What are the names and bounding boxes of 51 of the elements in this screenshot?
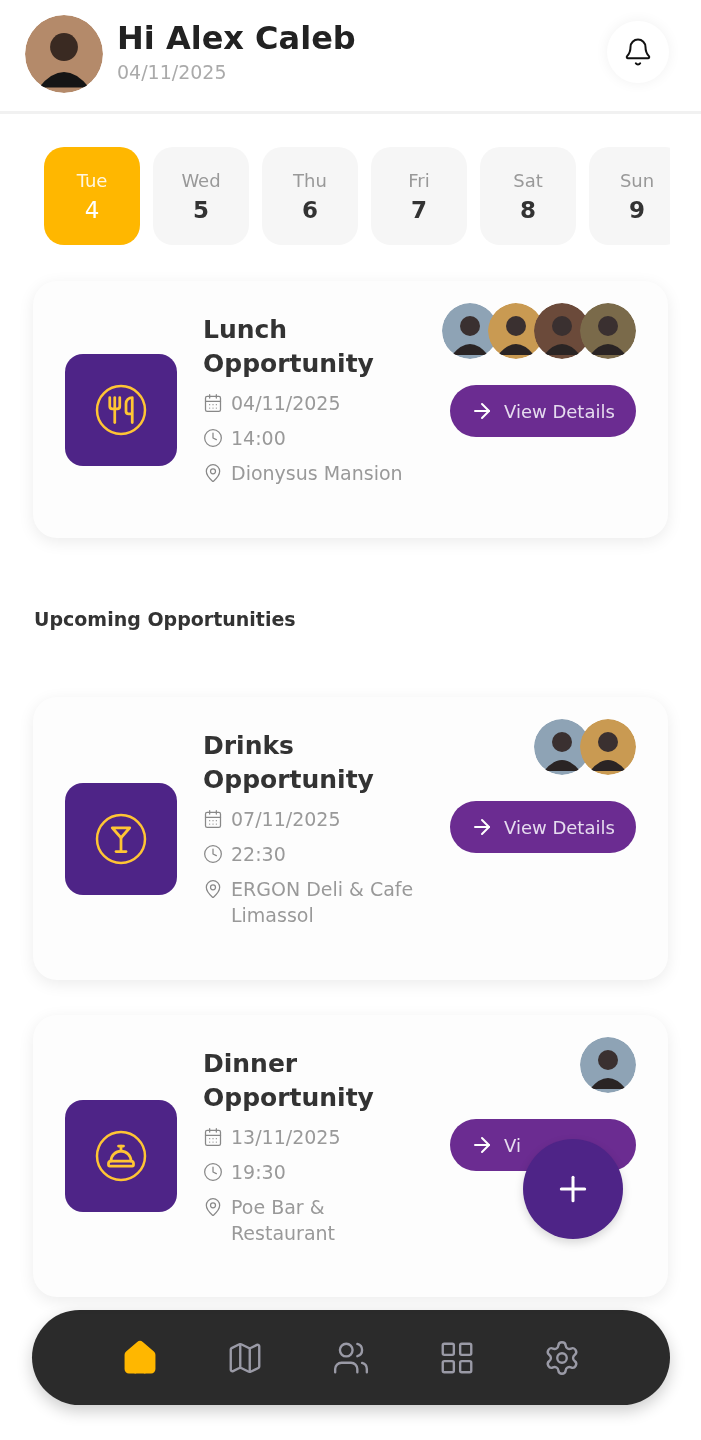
event-date: 07/11/2025 [231,807,341,832]
day-number: 9 [629,196,645,223]
location-pin-icon [203,1197,223,1217]
event-location: ERGON Deli & Cafe Limassol [231,877,415,928]
day-tab[interactable]: Sun 9 [589,147,670,245]
calendar-icon [203,809,223,829]
current-date: 04/11/2025 [117,60,228,85]
clock-icon [203,428,223,448]
weekday-label: Tue [76,169,108,191]
greeting: Hi Alex Caleb [117,18,357,59]
weekday-label: Sat [513,169,543,191]
clock-icon [203,844,223,864]
fork-knife-icon [94,382,148,437]
location-pin-icon [203,463,223,483]
weekday-label: Sun [619,169,655,191]
weekday-label: Fri [408,169,430,191]
day-tab[interactable]: Wed 5 [153,147,249,245]
avatar [580,719,636,775]
event-time: 22:30 [231,842,286,867]
event-location: Dionysus Mansion [231,461,403,486]
cocktail-icon [94,811,148,866]
location-pin-icon [203,879,223,899]
event-time: 14:00 [231,426,286,451]
day-number: 8 [520,196,536,223]
day-number: 4 [84,196,100,223]
event-date: 13/11/2025 [231,1125,341,1150]
event-time: 19:30 [231,1160,286,1185]
day-number: 7 [411,196,427,223]
profile-avatar[interactable] [25,15,103,93]
avatar [580,1037,636,1093]
calendar-icon [203,393,223,413]
avatar [580,303,636,359]
day-tab[interactable]: Fri 7 [371,147,467,245]
bell-icon [623,37,653,67]
day-tab[interactable]: Thu 6 [262,147,358,245]
view-details-button[interactable]: View Details [450,385,636,437]
section-title: Upcoming Opportunities [34,607,297,632]
clock-icon [203,1162,223,1182]
event-date: 04/11/2025 [231,391,341,416]
view-details-button[interactable]: View Details [450,801,636,853]
weekday-label: Thu [293,169,327,191]
calendar-icon [203,1127,223,1147]
day-number: 5 [193,196,209,223]
opportunity-title: Dinner Opportunity [203,1048,375,1114]
opportunity-title: Lunch Opportunity [203,314,375,380]
day-tab[interactable]: Sat 8 [480,147,576,245]
weekday-label: Wed [181,169,221,191]
day-number: 6 [302,196,318,223]
event-location: Poe Bar & Restaurant [231,1195,337,1246]
opportunity-title: Drinks Opportunity [203,730,375,796]
cloche-icon [94,1129,148,1183]
